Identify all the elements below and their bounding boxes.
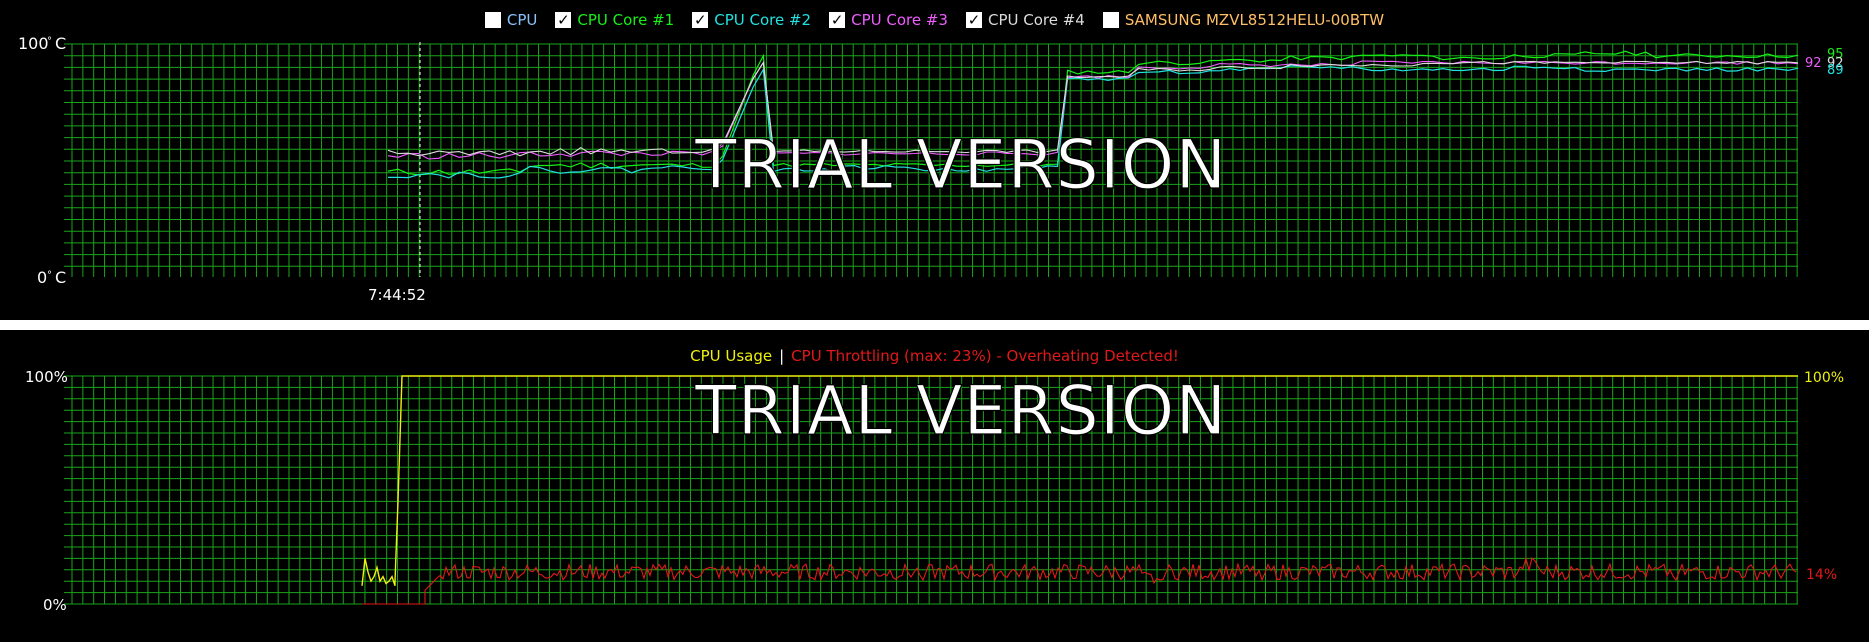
bottom-trial-watermark: TRIAL VERSION: [694, 372, 1227, 451]
cpu-usage-chart: 100% 0% TRIAL VERSION 100% 14%: [25, 368, 1844, 614]
temperature-chart: 100 ° C 0 ° C 7:44:52 TRIAL VERSION 95 9…: [18, 34, 1844, 304]
core-3-end-value: 92: [1805, 56, 1822, 71]
cpu-usage-chart-panel: CPU Usage | CPU Throttling (max: 23%) - Ov…: [0, 330, 1869, 642]
top-y-max-degree: °: [47, 36, 52, 47]
top-trial-watermark: TRIAL VERSION: [694, 126, 1227, 205]
throttle-end-value: 14%: [1806, 567, 1837, 583]
bottom-y-min-label: 0%: [43, 596, 67, 614]
time-marker-label: 7:44:52: [368, 286, 426, 304]
usage-end-value: 100%: [1804, 370, 1844, 386]
temperature-monitor-window: CPU ✓ CPU Core #1 ✓ CPU Core #2 ✓ CPU Co…: [0, 0, 1869, 642]
temperature-chart-panel: CPU ✓ CPU Core #1 ✓ CPU Core #2 ✓ CPU Co…: [0, 0, 1869, 320]
bottom-y-max-label: 100%: [25, 368, 68, 386]
top-y-min-number: 0: [37, 268, 47, 287]
top-y-max-number: 100: [18, 34, 49, 53]
top-y-max-unit: C: [55, 34, 66, 53]
top-y-min-degree: °: [47, 270, 52, 281]
chart-divider: [0, 320, 1869, 330]
top-y-min-unit: C: [55, 268, 66, 287]
core-2-end-value: 89: [1827, 63, 1844, 78]
